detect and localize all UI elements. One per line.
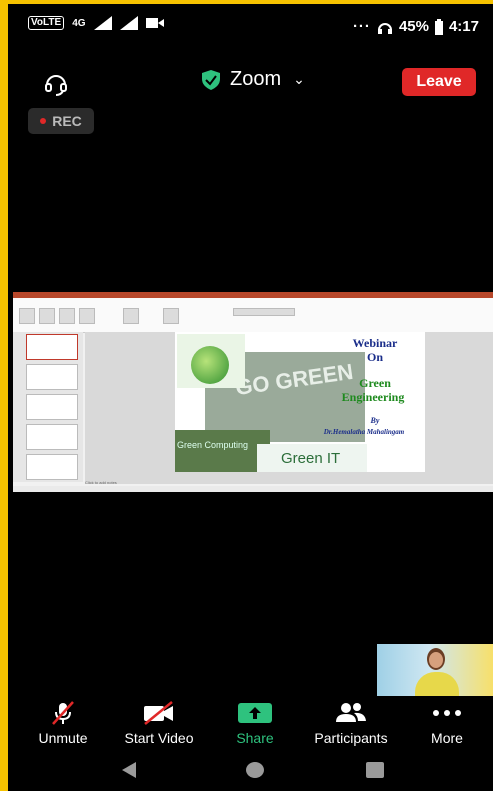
participants-icon [336,703,366,722]
participant-body [415,672,459,696]
slide-topic-line1: Green [359,376,391,390]
slide-editor-area: GO GREEN Green Computing Green IT Webina… [85,332,493,484]
ribbon-button [39,308,55,324]
volte-badge: VoLTE [28,16,65,30]
audio-device-icon[interactable] [43,70,69,96]
battery-percent: 45% [398,18,429,35]
recycle-image [177,334,245,388]
share-icon [238,703,272,723]
self-video-thumbnail[interactable] [377,644,493,696]
record-dot-icon [40,118,47,124]
slide-by: By [370,416,380,425]
slide-topic-line2: Engineering [341,390,405,404]
encryption-shield-icon [202,69,220,90]
slide-title-line2: On [366,350,383,364]
slide-thumbnail [26,424,78,450]
recycle-globe-icon [191,346,229,384]
meeting-top-bar: Zoom ⌄ Leave [8,56,493,116]
video-off-icon [144,701,173,725]
video-status-icon [145,18,164,28]
slide-thumbnail [26,394,78,420]
slide-thumbnails [13,332,83,482]
system-navigation-bar [8,756,493,786]
recent-apps-icon[interactable] [366,762,384,778]
more-button[interactable]: More [402,700,492,750]
green-it-caption: Green IT [281,450,341,467]
participants-button[interactable]: Participants [306,700,396,750]
slide-thumbnail [26,334,78,360]
more-notifications: ··· [352,18,371,35]
ribbon-button [59,308,75,324]
unmute-button[interactable]: Unmute [18,700,108,750]
unmute-label: Unmute [38,730,88,746]
more-icon [433,710,461,716]
ribbon-button [19,308,35,324]
leave-button[interactable]: Leave [402,68,476,96]
more-label: More [431,730,463,746]
back-icon[interactable] [122,762,136,778]
start-video-button[interactable]: Start Video [114,700,204,750]
signal-icon [93,16,112,30]
share-button[interactable]: Share [210,700,300,750]
meeting-controls: Unmute Start Video Share Participants Mo… [8,700,493,750]
recording-label: REC [52,113,82,129]
presentation-status-bar [13,486,493,492]
green-computing-image: Green Computing [175,430,270,472]
shared-screen[interactable]: GO GREEN Green Computing Green IT Webina… [13,292,493,492]
participant-face [429,652,443,668]
participants-label: Participants [314,730,388,746]
ribbon-button [79,308,95,324]
network-type-label: 4G [72,17,86,29]
recording-badge[interactable]: REC [28,108,94,134]
chevron-down-icon: ⌄ [293,71,305,87]
slide-thumbnail [26,454,78,480]
home-icon[interactable] [246,762,264,778]
meeting-title: Zoom [230,68,282,90]
ribbon-field [233,308,295,316]
slide-title-line1: Webinar [352,336,398,350]
signal-2-icon [119,16,138,30]
headphones-icon [377,22,392,34]
slide-thumbnail [26,364,78,390]
zoom-meeting-screen: VoLTE 4G ··· 45% 4:17 Zoom ⌄ Leave REC G… [8,4,493,791]
green-it-image: Green IT [257,444,367,472]
presentation-ribbon [13,298,493,333]
green-computing-caption: Green Computing [177,440,249,450]
slide-author: Dr.Hemalatha Mahalingam [323,428,405,436]
status-bar: VoLTE 4G ··· 45% 4:17 [8,4,493,50]
slide-notes-hint: Click to add notes [85,480,117,485]
clock: 4:17 [448,18,479,35]
share-label: Share [236,730,274,746]
start-video-label: Start Video [124,730,194,746]
ribbon-button [123,308,139,324]
battery-icon [434,18,443,35]
current-slide: GO GREEN Green Computing Green IT Webina… [175,332,425,472]
mic-off-icon [52,701,74,725]
ribbon-button [163,308,179,324]
meeting-title-dropdown[interactable]: Zoom ⌄ [202,68,305,91]
